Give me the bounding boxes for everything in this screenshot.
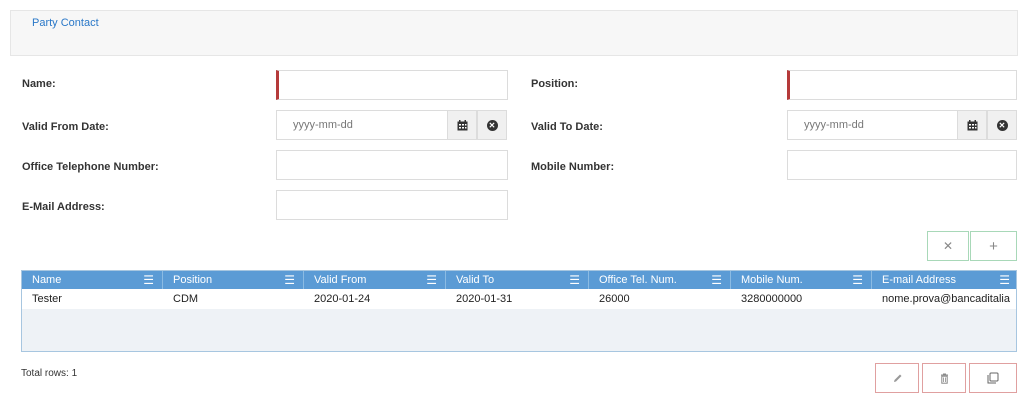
clear-circle-icon: ✕ <box>486 119 498 131</box>
column-menu-icon[interactable]: ☰ <box>284 271 295 289</box>
valid-to-clear-button[interactable]: ✕ <box>987 110 1017 140</box>
valid-from-calendar-button[interactable] <box>447 110 477 140</box>
reset-button[interactable]: ✕ <box>927 231 969 261</box>
valid-to-calendar-button[interactable] <box>957 110 987 140</box>
valid-from-label: Valid From Date: <box>22 121 109 133</box>
panel-title[interactable]: Party Contact <box>32 17 99 29</box>
panel-header <box>10 10 1018 56</box>
office-tel-input[interactable] <box>276 150 508 180</box>
position-label: Position: <box>531 78 579 90</box>
column-menu-icon[interactable]: ☰ <box>426 271 437 289</box>
cell-valid-from: 2020-01-24 <box>314 293 371 305</box>
column-menu-icon[interactable]: ☰ <box>569 271 580 289</box>
email-label: E-Mail Address: <box>22 201 105 213</box>
plus-icon: + <box>989 237 998 255</box>
calendar-icon <box>967 119 977 130</box>
cell-mobile: 3280000000 <box>741 293 803 305</box>
add-button[interactable]: + <box>970 231 1017 261</box>
edit-button[interactable] <box>875 363 919 393</box>
valid-from-input[interactable] <box>276 110 448 140</box>
trash-icon <box>940 373 948 384</box>
close-icon: ✕ <box>942 239 954 253</box>
column-header-name[interactable]: Name ☰ <box>22 271 163 289</box>
column-header-position[interactable]: Position ☰ <box>163 271 304 289</box>
mobile-input[interactable] <box>787 150 1017 180</box>
clear-circle-icon: ✕ <box>996 119 1008 131</box>
valid-to-input[interactable] <box>787 110 958 140</box>
cell-email: nome.prova@bancaditalia <box>882 293 1010 305</box>
copy-icon <box>987 372 999 384</box>
column-header-mobile[interactable]: Mobile Num. ☰ <box>731 271 872 289</box>
email-input[interactable] <box>276 190 508 220</box>
grid-header: Name ☰ Position ☰ Valid From ☰ Valid To ☰ Of… <box>22 271 1016 289</box>
column-menu-icon[interactable]: ☰ <box>999 271 1010 289</box>
table-row[interactable]: Tester CDM 2020-01-24 2020-01-31 26000 3… <box>22 289 1016 309</box>
column-header-office-tel[interactable]: Office Tel. Num. ☰ <box>589 271 731 289</box>
total-rows: Total rows: 1 <box>21 368 78 379</box>
name-input[interactable] <box>276 70 508 100</box>
cell-office-tel: 26000 <box>599 293 630 305</box>
cell-position: CDM <box>173 293 199 305</box>
column-menu-icon[interactable]: ☰ <box>711 271 722 289</box>
valid-to-label: Valid To Date: <box>531 121 603 133</box>
mobile-label: Mobile Number: <box>531 161 615 173</box>
copy-button[interactable] <box>969 363 1017 393</box>
cell-valid-to: 2020-01-31 <box>456 293 513 305</box>
contacts-grid: Name ☰ Position ☰ Valid From ☰ Valid To ☰ Of… <box>21 270 1017 352</box>
office-tel-label: Office Telephone Number: <box>22 161 159 173</box>
pencil-icon <box>893 374 901 382</box>
column-menu-icon[interactable]: ☰ <box>852 271 863 289</box>
calendar-icon <box>457 119 467 130</box>
column-header-valid-from[interactable]: Valid From ☰ <box>304 271 446 289</box>
delete-button[interactable] <box>922 363 966 393</box>
valid-from-clear-button[interactable]: ✕ <box>477 110 507 140</box>
column-menu-icon[interactable]: ☰ <box>143 271 154 289</box>
name-label: Name: <box>22 78 56 90</box>
column-header-email[interactable]: E-mail Address ☰ <box>872 271 1016 289</box>
position-input[interactable] <box>787 70 1017 100</box>
cell-name: Tester <box>32 293 62 305</box>
column-header-valid-to[interactable]: Valid To ☰ <box>446 271 589 289</box>
